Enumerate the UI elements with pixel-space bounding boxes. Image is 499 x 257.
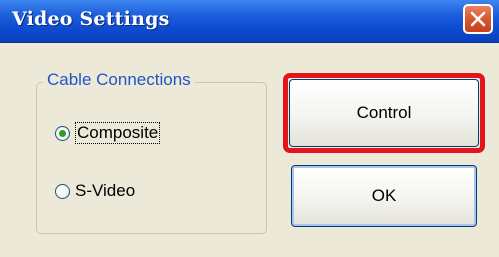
control-button-label: Control <box>356 103 412 122</box>
control-button[interactable]: Control <box>289 79 479 147</box>
group-legend: Cable Connections <box>43 70 195 90</box>
radio-composite-label[interactable]: Composite <box>75 122 161 144</box>
ok-button[interactable]: OK <box>291 165 477 227</box>
radio-svideo-row[interactable]: S-Video <box>55 181 135 201</box>
radio-svideo-label[interactable]: S-Video <box>75 181 135 201</box>
ok-button-label: OK <box>371 186 397 205</box>
radio-composite[interactable] <box>55 125 70 141</box>
cable-connections-group <box>36 82 267 234</box>
title-bar[interactable]: Video Settings <box>0 0 499 43</box>
close-button[interactable] <box>463 4 493 34</box>
video-settings-dialog: Video Settings Cable Connections Composi… <box>0 0 499 257</box>
radio-composite-row[interactable]: Composite <box>55 122 161 144</box>
close-icon <box>470 11 486 27</box>
window-title: Video Settings <box>12 8 170 30</box>
radio-svideo[interactable] <box>55 183 70 199</box>
